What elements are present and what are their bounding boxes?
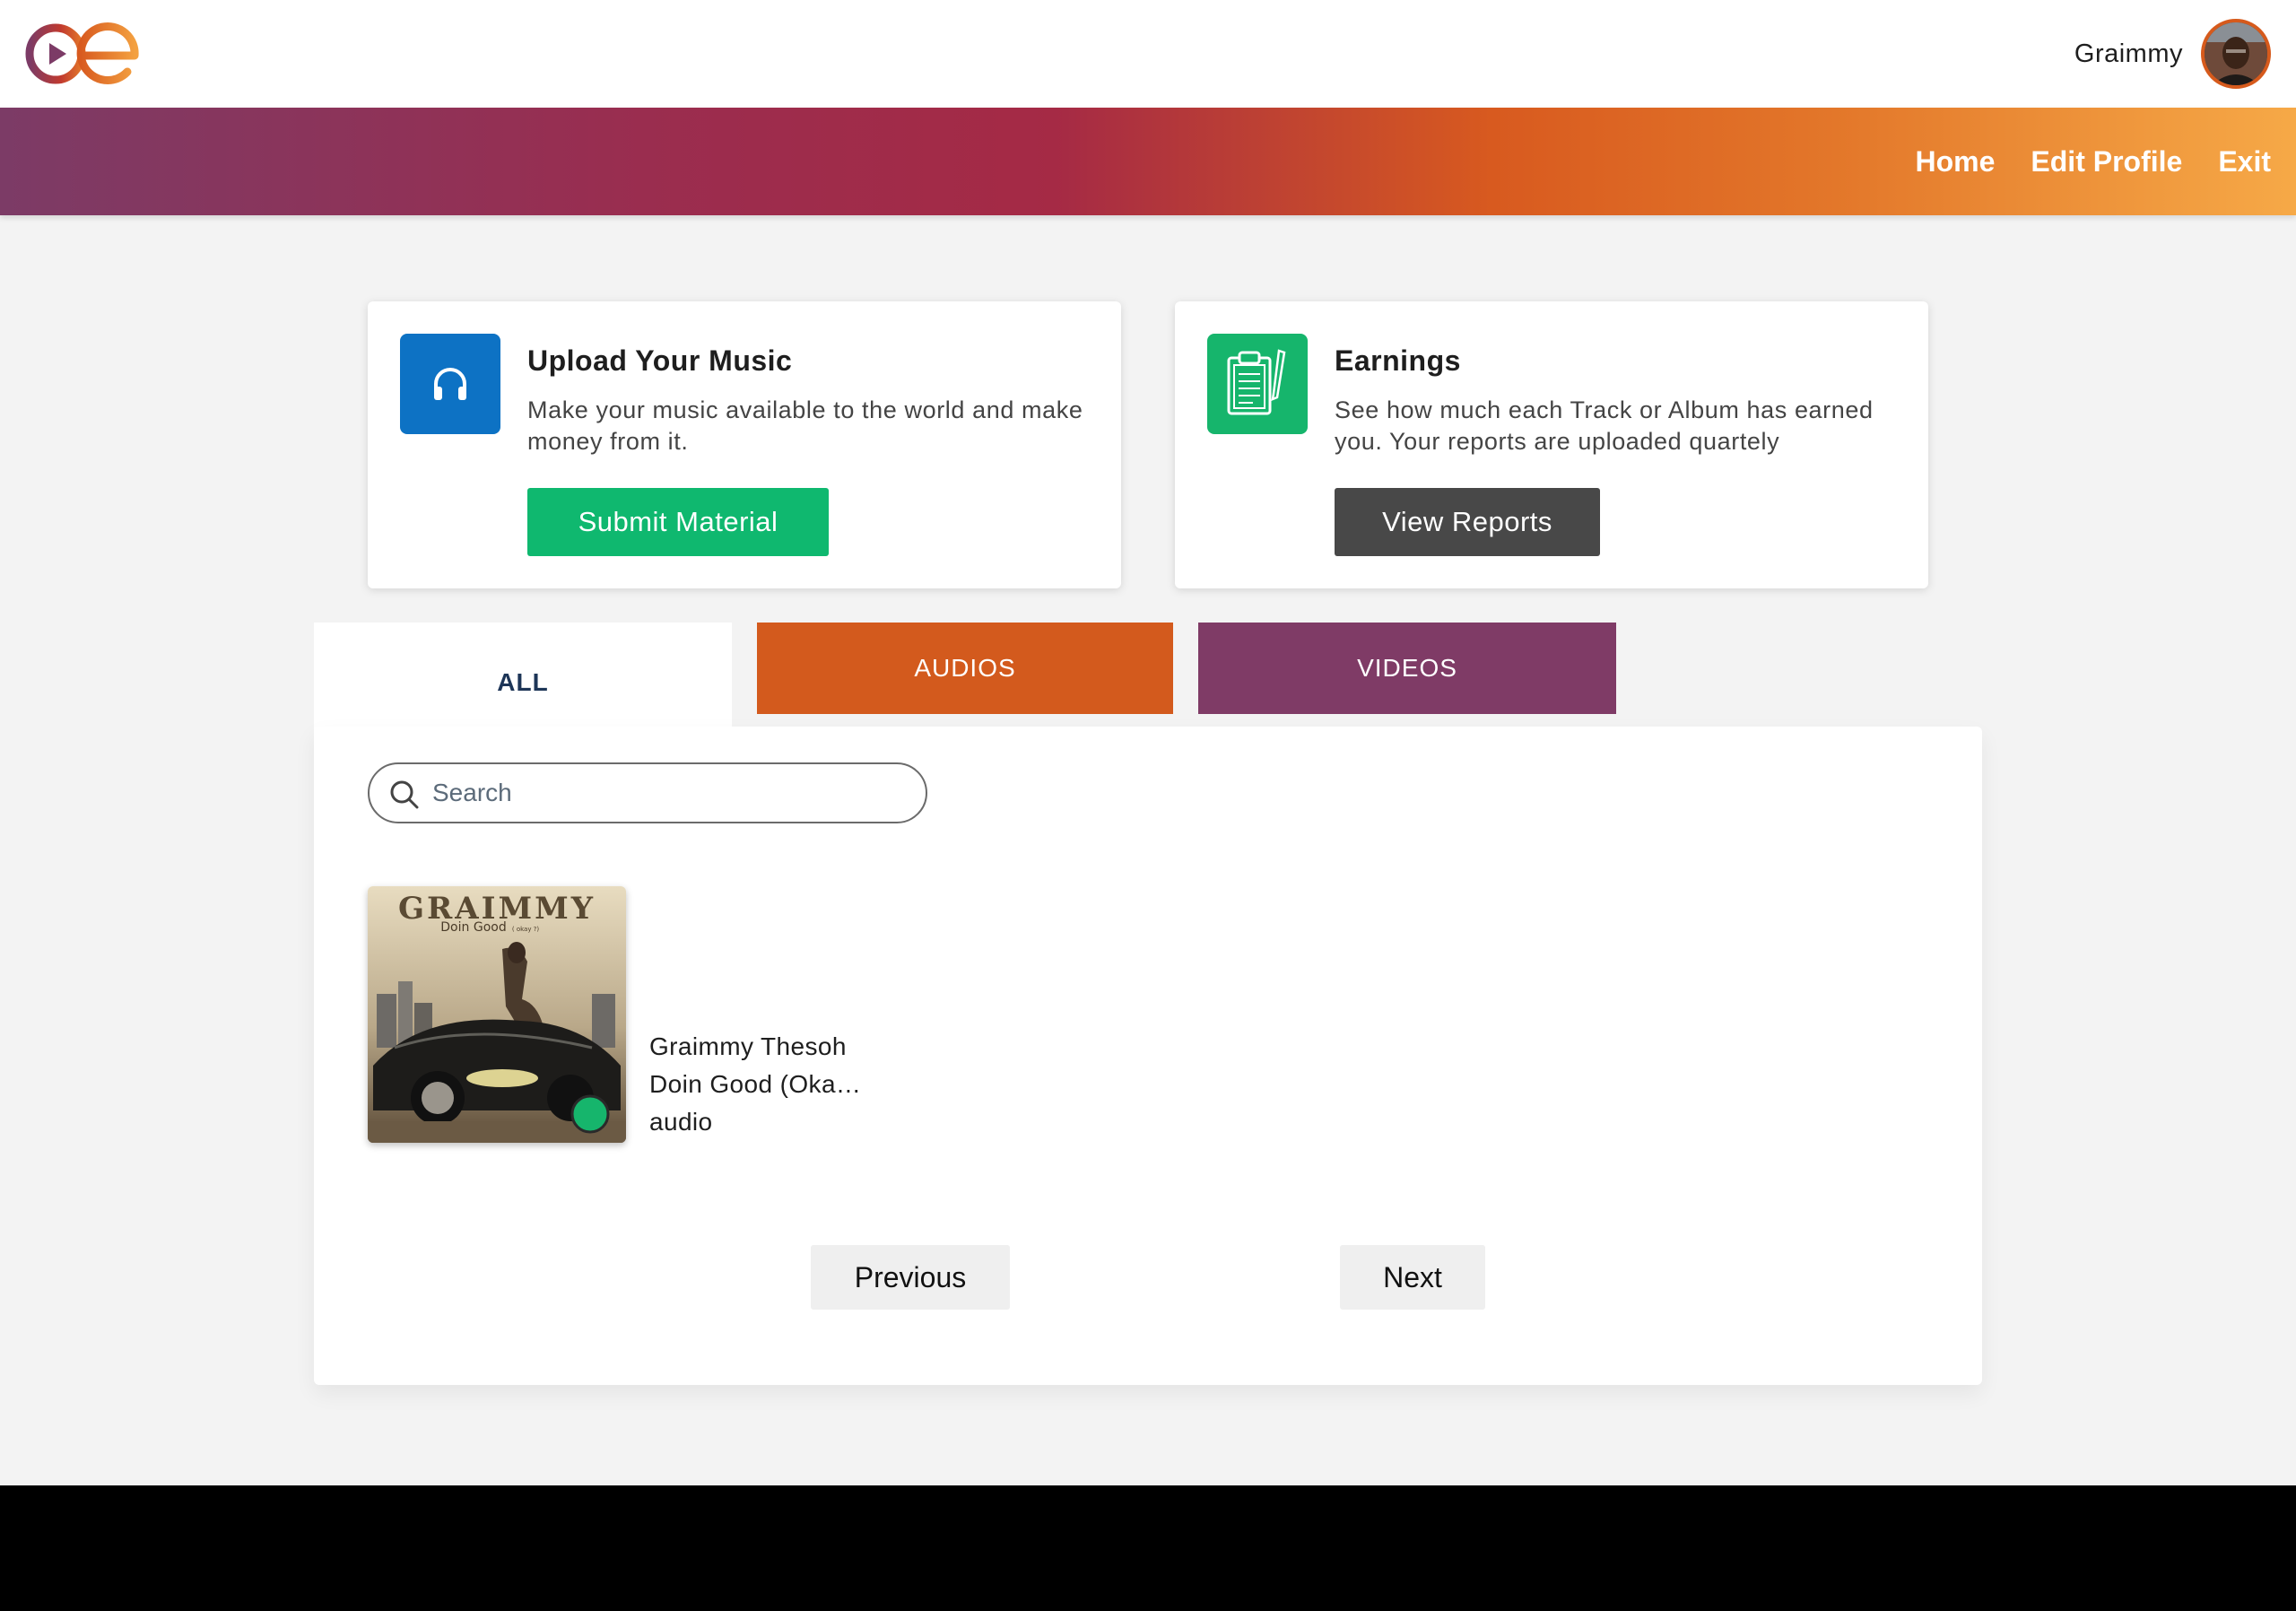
search-input[interactable] (432, 773, 899, 813)
media-title: Doin Good (Oka… (649, 1070, 862, 1098)
nav-exit-link[interactable]: Exit (2218, 145, 2271, 179)
media-info: Graimmy Thesoh Doin Good (Oka… audio (649, 1028, 861, 1141)
submit-material-button[interactable]: Submit Material (527, 488, 829, 556)
next-button[interactable]: Next (1340, 1245, 1485, 1310)
media-artist: Graimmy Thesoh (649, 1032, 847, 1060)
top-header: Graimmy (0, 0, 2296, 108)
nav-bar: Home Edit Profile Exit (0, 108, 2296, 215)
upload-card-title: Upload Your Music (527, 344, 793, 377)
clipboard-icon (1207, 334, 1308, 434)
upload-music-card: Upload Your Music Make your music availa… (368, 301, 1121, 588)
album-cover[interactable]: GRAIMMY Doin Good ( okay ?) (368, 886, 626, 1143)
nav-home-link[interactable]: Home (1916, 145, 1996, 179)
footer (0, 1485, 2296, 1611)
search-icon (390, 780, 419, 809)
user-avatar[interactable] (2201, 19, 2271, 89)
previous-button[interactable]: Previous (811, 1245, 1010, 1310)
tab-videos[interactable]: VIDEOS (1198, 623, 1616, 714)
earnings-card: Earnings See how much each Track or Albu… (1175, 301, 1928, 588)
status-indicator-icon (570, 1094, 610, 1134)
earnings-card-title: Earnings (1335, 344, 1461, 377)
media-type: audio (649, 1108, 713, 1136)
search-box[interactable] (368, 762, 927, 823)
earnings-card-description: See how much each Track or Album has ear… (1335, 396, 1874, 455)
cover-subtitle-small: ( okay ?) (512, 926, 540, 933)
tab-all[interactable]: ALL (314, 623, 732, 728)
nav-links: Home Edit Profile Exit (1916, 108, 2272, 215)
user-name[interactable]: Graimmy (2074, 39, 2183, 69)
tab-audios[interactable]: AUDIOS (757, 623, 1173, 714)
media-panel: GRAIMMY Doin Good ( okay ?) Graimmy (314, 727, 1982, 1385)
cover-subtitle: Doin Good (440, 920, 506, 935)
oe-logo-icon[interactable] (25, 18, 144, 90)
upload-card-description: Make your music available to the world a… (527, 396, 1083, 455)
nav-edit-profile-link[interactable]: Edit Profile (2031, 145, 2182, 179)
view-reports-button[interactable]: View Reports (1335, 488, 1600, 556)
headphones-icon (400, 334, 500, 434)
media-item[interactable]: GRAIMMY Doin Good ( okay ?) Graimmy Thes… (368, 886, 906, 1146)
